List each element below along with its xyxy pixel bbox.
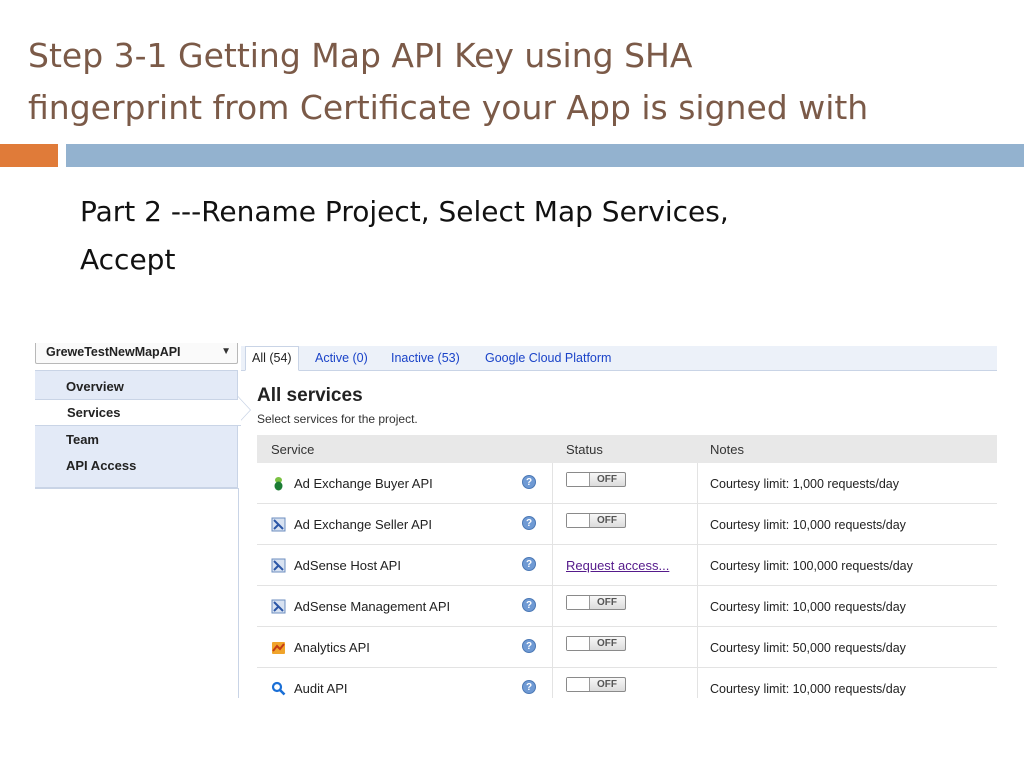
tab-all[interactable]: All (54) — [245, 346, 299, 371]
service-note: Courtesy limit: 10,000 requests/day — [710, 600, 906, 614]
adsense-icon — [271, 558, 286, 573]
slide-title: Step 3-1 Getting Map API Key using SHA f… — [28, 30, 1008, 134]
toggle-label: OFF — [597, 474, 617, 485]
column-header-status: Status — [566, 442, 603, 457]
ad-exchange-buyer-icon — [274, 477, 283, 491]
nav-vertical-divider — [238, 488, 239, 698]
tab-google-cloud-platform[interactable]: Google Cloud Platform — [485, 351, 611, 365]
service-name[interactable]: Ad Exchange Seller API — [294, 517, 432, 532]
accent-bar-orange — [0, 144, 58, 167]
filter-tabs: All (54) Active (0) Inactive (53) Google… — [241, 346, 997, 371]
nav-item-services[interactable]: Services — [35, 399, 241, 426]
service-toggle[interactable]: OFF — [566, 636, 626, 651]
slide-bullet: Part 2 ---Rename Project, Select Map Ser… — [80, 188, 960, 284]
analytics-icon — [272, 642, 285, 654]
column-divider — [697, 668, 698, 698]
toggle-label: OFF — [597, 638, 617, 649]
nav-divider — [35, 488, 239, 489]
column-header-service: Service — [271, 442, 315, 457]
slide-title-line-2: fingerprint from Certificate your App is… — [28, 88, 869, 127]
slide-title-line-1: Step 3-1 Getting Map API Key using SHA — [28, 36, 693, 75]
nav-item-team[interactable]: Team — [35, 426, 238, 453]
toggle-knob — [567, 637, 590, 650]
help-icon[interactable]: ? — [522, 680, 536, 694]
help-icon[interactable]: ? — [522, 639, 536, 653]
column-divider — [697, 627, 698, 667]
adsense-icon — [271, 599, 286, 614]
service-toggle[interactable]: OFF — [566, 513, 626, 528]
table-row: AdSense Host API ? Request access... Cou… — [257, 545, 997, 586]
table-row: Audit API ? OFF Courtesy limit: 10,000 r… — [257, 668, 997, 698]
table-row: Analytics API ? OFF Courtesy limit: 50,0… — [257, 627, 997, 668]
magnifier-icon — [271, 681, 286, 696]
column-divider — [552, 545, 553, 585]
project-select-value: GreweTestNewMapAPI — [46, 345, 181, 359]
nav-pointer — [238, 397, 250, 423]
service-name[interactable]: Audit API — [294, 681, 347, 696]
request-access-link[interactable]: Request access... — [566, 558, 669, 573]
nav-item-label: API Access — [66, 458, 137, 473]
column-divider — [697, 463, 698, 503]
help-icon[interactable]: ? — [522, 475, 536, 489]
column-divider — [552, 504, 553, 544]
nav-item-overview[interactable]: Overview — [35, 373, 238, 400]
table-header: Service Status Notes — [257, 435, 997, 463]
service-toggle[interactable]: OFF — [566, 472, 626, 487]
column-divider — [552, 463, 553, 503]
service-name[interactable]: Analytics API — [294, 640, 370, 655]
table-row: AdSense Management API ? OFF Courtesy li… — [257, 586, 997, 627]
page-subheading: Select services for the project. — [257, 412, 418, 426]
table-row: Ad Exchange Buyer API ? OFF Courtesy lim… — [257, 463, 997, 504]
accent-bar-blue — [66, 144, 1024, 167]
toggle-knob — [567, 473, 590, 486]
toggle-knob — [567, 678, 590, 691]
bullet-line-2: Accept — [80, 243, 176, 276]
nav-item-label: Team — [66, 432, 99, 447]
help-icon[interactable]: ? — [522, 598, 536, 612]
ad-exchange-seller-icon — [271, 517, 286, 532]
service-note: Courtesy limit: 100,000 requests/day — [710, 559, 913, 573]
service-note: Courtesy limit: 10,000 requests/day — [710, 682, 906, 696]
column-divider — [697, 504, 698, 544]
service-note: Courtesy limit: 50,000 requests/day — [710, 641, 906, 655]
api-console-screenshot: GreweTestNewMapAPI ▼ Overview Services T… — [35, 343, 997, 698]
column-header-notes: Notes — [710, 442, 744, 457]
nav-item-api-access[interactable]: API Access — [35, 452, 238, 479]
nav-item-label: Overview — [66, 379, 124, 394]
column-divider — [697, 545, 698, 585]
toggle-label: OFF — [597, 515, 617, 526]
service-name[interactable]: Ad Exchange Buyer API — [294, 476, 433, 491]
column-divider — [552, 668, 553, 698]
service-name[interactable]: AdSense Host API — [294, 558, 401, 573]
tab-inactive[interactable]: Inactive (53) — [391, 351, 460, 365]
help-icon[interactable]: ? — [522, 516, 536, 530]
service-toggle[interactable]: OFF — [566, 677, 626, 692]
side-nav: Overview Services Team API Access — [35, 370, 241, 488]
column-divider — [697, 586, 698, 626]
tab-active[interactable]: Active (0) — [315, 351, 368, 365]
project-select[interactable]: GreweTestNewMapAPI ▼ — [35, 343, 238, 364]
column-divider — [552, 627, 553, 667]
nav-item-label: Services — [67, 405, 121, 420]
bullet-line-1: Part 2 ---Rename Project, Select Map Ser… — [80, 195, 729, 228]
table-row: Ad Exchange Seller API ? OFF Courtesy li… — [257, 504, 997, 545]
toggle-knob — [567, 514, 590, 527]
toggle-label: OFF — [597, 679, 617, 690]
toggle-label: OFF — [597, 597, 617, 608]
service-note: Courtesy limit: 1,000 requests/day — [710, 477, 899, 491]
service-note: Courtesy limit: 10,000 requests/day — [710, 518, 906, 532]
column-divider — [552, 586, 553, 626]
service-name[interactable]: AdSense Management API — [294, 599, 450, 614]
service-toggle[interactable]: OFF — [566, 595, 626, 610]
dropdown-arrow-icon: ▼ — [221, 346, 231, 357]
page-heading: All services — [257, 385, 363, 406]
help-icon[interactable]: ? — [522, 557, 536, 571]
toggle-knob — [567, 596, 590, 609]
